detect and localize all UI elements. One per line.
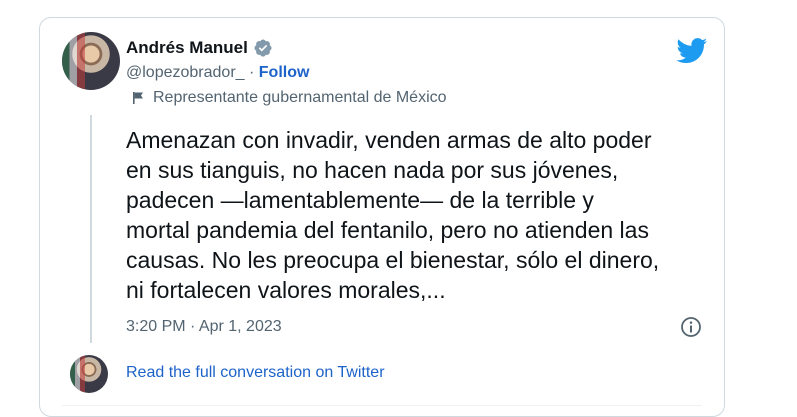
thread-line xyxy=(90,115,92,343)
government-label: Representante gubernamental de México xyxy=(132,89,447,107)
twitter-bird-icon[interactable] xyxy=(676,38,708,64)
card-divider xyxy=(62,405,702,406)
tweet-text: Amenazan con invadir, venden armas de al… xyxy=(126,127,660,303)
author-name[interactable]: Andrés Manuel xyxy=(126,38,248,58)
verified-badge-icon xyxy=(254,39,272,57)
tweet-card: Andrés Manuel @lopezobrador_ · Follow Re… xyxy=(39,17,725,417)
flag-icon xyxy=(133,92,143,104)
author-handle[interactable]: @lopezobrador_ xyxy=(126,64,245,81)
reply-avatar[interactable] xyxy=(70,355,108,393)
author-name-row: Andrés Manuel xyxy=(126,38,273,58)
tweet-timestamp[interactable]: 3:20 PM · Apr 1, 2023 xyxy=(126,318,282,336)
government-label-text[interactable]: Representante gubernamental de México xyxy=(153,89,447,107)
handle-line: @lopezobrador_ · Follow xyxy=(126,64,309,82)
author-avatar[interactable] xyxy=(62,32,120,90)
info-icon[interactable] xyxy=(680,316,702,338)
avatar-flag-backdrop xyxy=(62,32,86,90)
handle-separator: · xyxy=(249,64,255,81)
reply-avatar-flag-backdrop xyxy=(70,355,86,393)
read-full-conversation-link[interactable]: Read the full conversation on Twitter xyxy=(126,364,385,382)
follow-button[interactable]: Follow xyxy=(259,64,310,81)
